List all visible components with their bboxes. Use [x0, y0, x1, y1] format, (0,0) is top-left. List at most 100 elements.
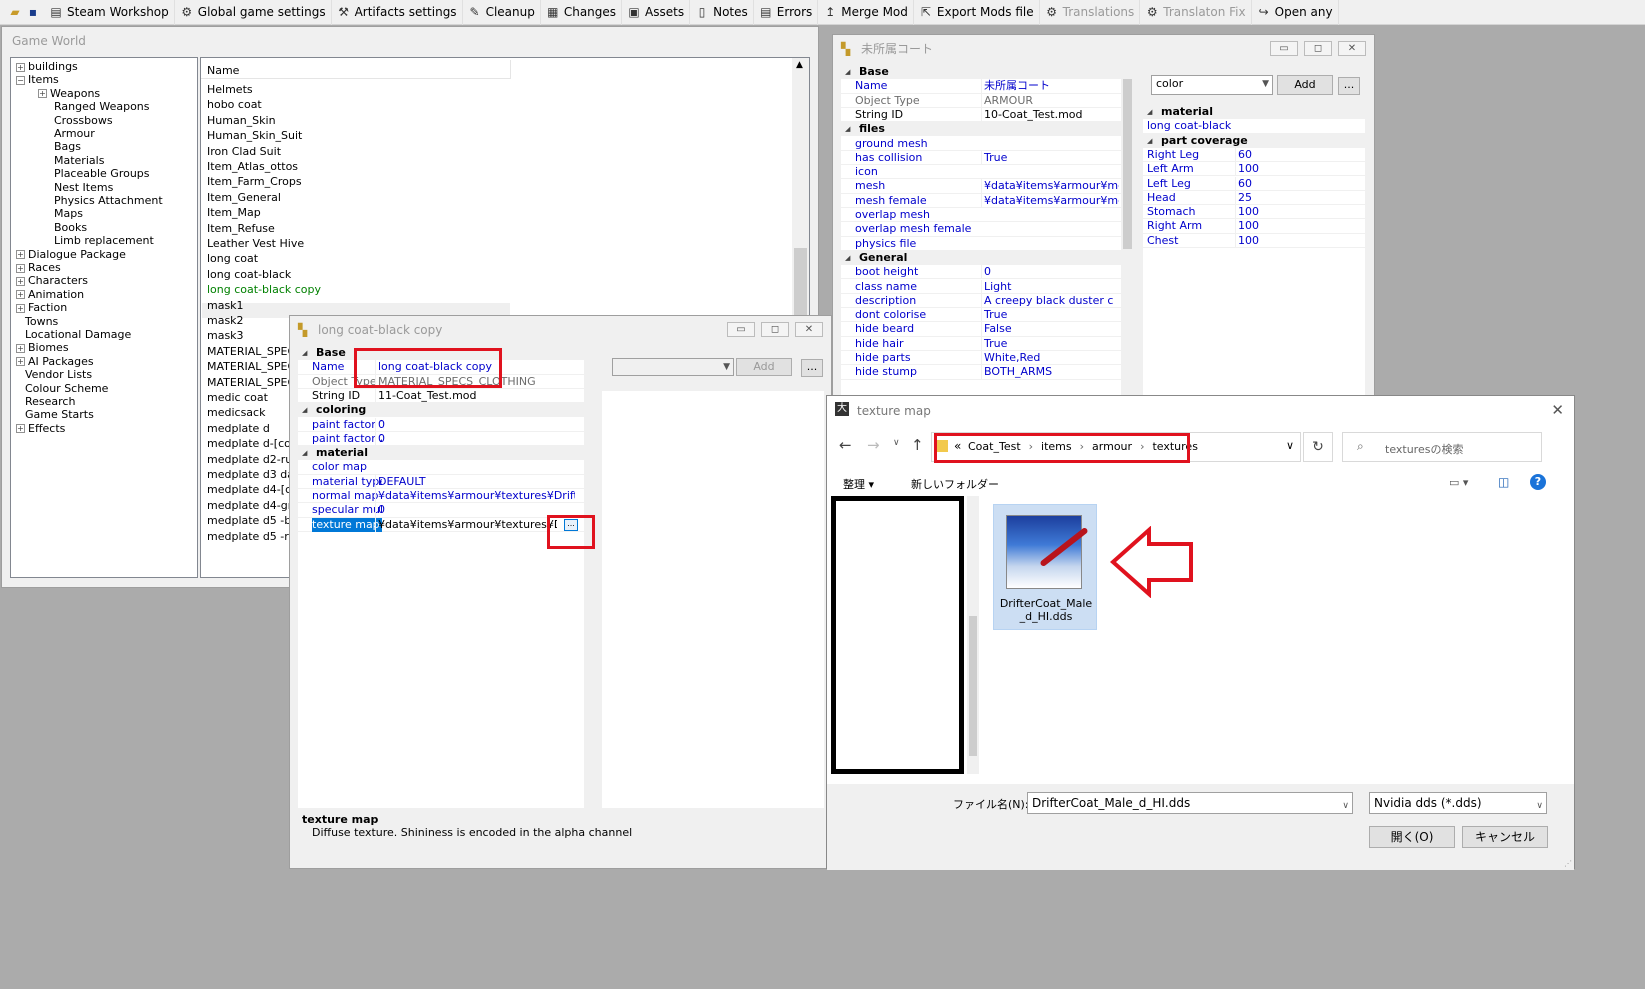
preview-pane-icon[interactable]: ◫ — [1498, 475, 1509, 489]
toolbar-button-global-game-settings[interactable]: ⚙ Global game settings — [175, 0, 332, 25]
list-item[interactable]: Helmets — [207, 82, 253, 97]
property-grid[interactable]: BaseNamelong coat-black copyObject TypeM… — [298, 346, 584, 808]
expand-icon[interactable]: + — [16, 357, 25, 367]
property-row[interactable]: hide parts White,Red — [841, 351, 1121, 366]
tree-item[interactable]: + Animation — [16, 288, 84, 301]
list-item[interactable]: mask1 — [207, 298, 244, 313]
property-row[interactable]: material type DEFAULT — [298, 474, 584, 489]
collapse-icon[interactable]: − — [16, 75, 25, 85]
tree-item[interactable]: Ranged Weapons — [54, 100, 150, 113]
toolbar-button-translations[interactable]: ⚙ Translations — [1040, 0, 1141, 25]
property-value[interactable]: 0 — [375, 431, 575, 446]
property-value[interactable]: Light — [981, 279, 1119, 294]
property-row[interactable]: Left Leg 60 — [1143, 176, 1365, 191]
property-value[interactable]: 10-Coat_Test.mod — [981, 107, 1119, 122]
resize-grip[interactable]: ⋰ — [1564, 859, 1572, 868]
property-value[interactable]: 100 — [1235, 219, 1355, 234]
list-item[interactable]: Item_General — [207, 190, 281, 205]
list-item[interactable]: mask3 — [207, 328, 244, 343]
tree-item[interactable]: Crossbows — [54, 114, 113, 127]
list-item[interactable]: medplate d4-gre — [207, 498, 299, 513]
property-value[interactable]: 未所属コート — [981, 79, 1119, 94]
list-item[interactable]: MATERIAL_SPEC — [207, 344, 295, 359]
toolbar-button-steam-workshop[interactable]: ▤ Steam Workshop — [44, 0, 175, 25]
tree-item[interactable]: Game Starts — [25, 408, 94, 421]
section-header[interactable]: material — [1143, 105, 1365, 119]
list-item[interactable]: Item_Refuse — [207, 221, 275, 236]
list-item[interactable]: MATERIAL_SPEC — [207, 375, 295, 390]
list-item[interactable]: Item_Farm_Crops — [207, 174, 302, 189]
scroll-thumb[interactable] — [1123, 79, 1132, 249]
property-row[interactable]: Right Arm 100 — [1143, 219, 1365, 234]
tree-item[interactable]: Physics Attachment — [54, 194, 163, 207]
expand-icon[interactable]: + — [16, 250, 25, 260]
property-row[interactable]: Stomach 100 — [1143, 205, 1365, 220]
maximize-button[interactable]: ◻ — [1304, 41, 1332, 56]
expand-icon[interactable]: + — [38, 89, 47, 99]
list-header[interactable]: Name — [207, 64, 239, 77]
list-item[interactable]: Human_Skin_Suit — [207, 128, 302, 143]
property-row[interactable]: mesh female ¥data¥items¥armour¥me — [841, 193, 1121, 208]
property-value[interactable]: 0 — [981, 265, 1119, 280]
tree-item[interactable]: Vendor Lists — [25, 368, 92, 381]
property-row[interactable]: ... texture map ¥data¥items¥armour¥texture… — [298, 517, 584, 532]
reference-combo[interactable]: ▼ — [612, 358, 734, 376]
property-row[interactable]: Object Type ARMOUR — [841, 93, 1121, 108]
section-header[interactable]: material — [298, 446, 584, 461]
tree-item[interactable]: Bags — [54, 140, 81, 153]
property-value[interactable]: ¥data¥items¥armour¥me — [981, 193, 1119, 208]
property-value[interactable]: False — [981, 322, 1119, 337]
property-value[interactable]: 60 — [1235, 176, 1355, 191]
list-item[interactable]: Human_Skin — [207, 113, 276, 128]
tree-item[interactable]: + Characters — [16, 274, 88, 287]
property-value[interactable]: BOTH_ARMS — [981, 365, 1119, 380]
close-button[interactable]: ✕ — [1338, 41, 1366, 56]
toolbar-button-export-mods-file[interactable]: ⇱ Export Mods file — [914, 0, 1040, 25]
property-row[interactable]: paint factor 20 — [298, 431, 584, 447]
file-type-select[interactable]: Nvidia dds (*.dds) ∨ — [1369, 792, 1547, 814]
property-row[interactable]: normal map ¥data¥items¥armour¥textures¥Dr… — [298, 489, 584, 504]
property-row[interactable]: dont colorise True — [841, 308, 1121, 323]
list-item[interactable]: hobo coat — [207, 97, 262, 112]
expand-icon[interactable]: + — [16, 276, 25, 286]
property-row[interactable]: class name Light — [841, 279, 1121, 294]
property-value[interactable]: 100 — [1235, 162, 1355, 177]
toolbar-button-errors[interactable]: ▤ Errors — [754, 0, 819, 25]
list-item[interactable]: long coat — [207, 251, 258, 266]
tree-item[interactable]: − Items — [16, 73, 59, 86]
tree-item[interactable]: Armour — [54, 127, 95, 140]
scroll-thumb[interactable] — [969, 616, 977, 756]
property-value[interactable]: ARMOUR — [981, 93, 1119, 108]
address-dropdown-icon[interactable]: ∨ — [1286, 439, 1294, 452]
tree-item[interactable]: + Weapons — [38, 87, 100, 100]
more-button[interactable]: ... — [1338, 77, 1360, 95]
tree-item[interactable]: + Biomes — [16, 341, 69, 354]
tree-item[interactable]: Colour Scheme — [25, 382, 108, 395]
property-value[interactable]: 11-Coat_Test.mod — [375, 388, 575, 403]
property-grid[interactable]: BaseName未所属コートObject TypeARMOURString ID… — [841, 65, 1121, 397]
toolbar-button-translaton-fix[interactable]: ⚙ Translaton Fix — [1140, 0, 1252, 25]
list-item[interactable]: medplate d2-rus — [207, 452, 298, 467]
save-icon[interactable]: ▪ — [26, 5, 40, 19]
organize-menu[interactable]: 整理 ▾ — [843, 476, 874, 492]
cancel-button[interactable]: キャンセル — [1462, 826, 1548, 848]
property-row[interactable]: hide beard False — [841, 322, 1121, 337]
property-value[interactable]: 0 — [375, 503, 575, 518]
tree-item[interactable]: Nest Items — [54, 181, 113, 194]
nav-scrollbar[interactable] — [967, 496, 979, 774]
property-row[interactable]: hide stump BOTH_ARMS — [841, 365, 1121, 380]
category-tree[interactable]: + buildings − Items + Weapons Ranged Weapons Cr… — [10, 57, 198, 578]
list-item[interactable]: Iron Clad Suit — [207, 144, 281, 159]
add-button[interactable]: Add — [1277, 75, 1333, 95]
expand-icon[interactable]: + — [16, 424, 25, 434]
list-item[interactable]: long coat-black — [207, 267, 291, 282]
property-row[interactable]: paint factor 10 — [298, 417, 584, 432]
expand-icon[interactable]: + — [16, 303, 25, 313]
property-value[interactable]: True — [981, 336, 1119, 351]
forward-arrow-icon[interactable]: → — [867, 436, 880, 454]
minimize-button[interactable]: ▭ — [1270, 41, 1298, 56]
reference-grid[interactable]: materiallong coat-blackpart coverageRigh… — [1143, 105, 1365, 395]
list-item[interactable]: medplate d4-[co — [207, 482, 298, 497]
toolbar-button-artifacts-settings[interactable]: ⚒ Artifacts settings — [332, 0, 463, 25]
file-name-input[interactable]: DrifterCoat_Male_d_HI.dds ∨ — [1027, 792, 1353, 814]
